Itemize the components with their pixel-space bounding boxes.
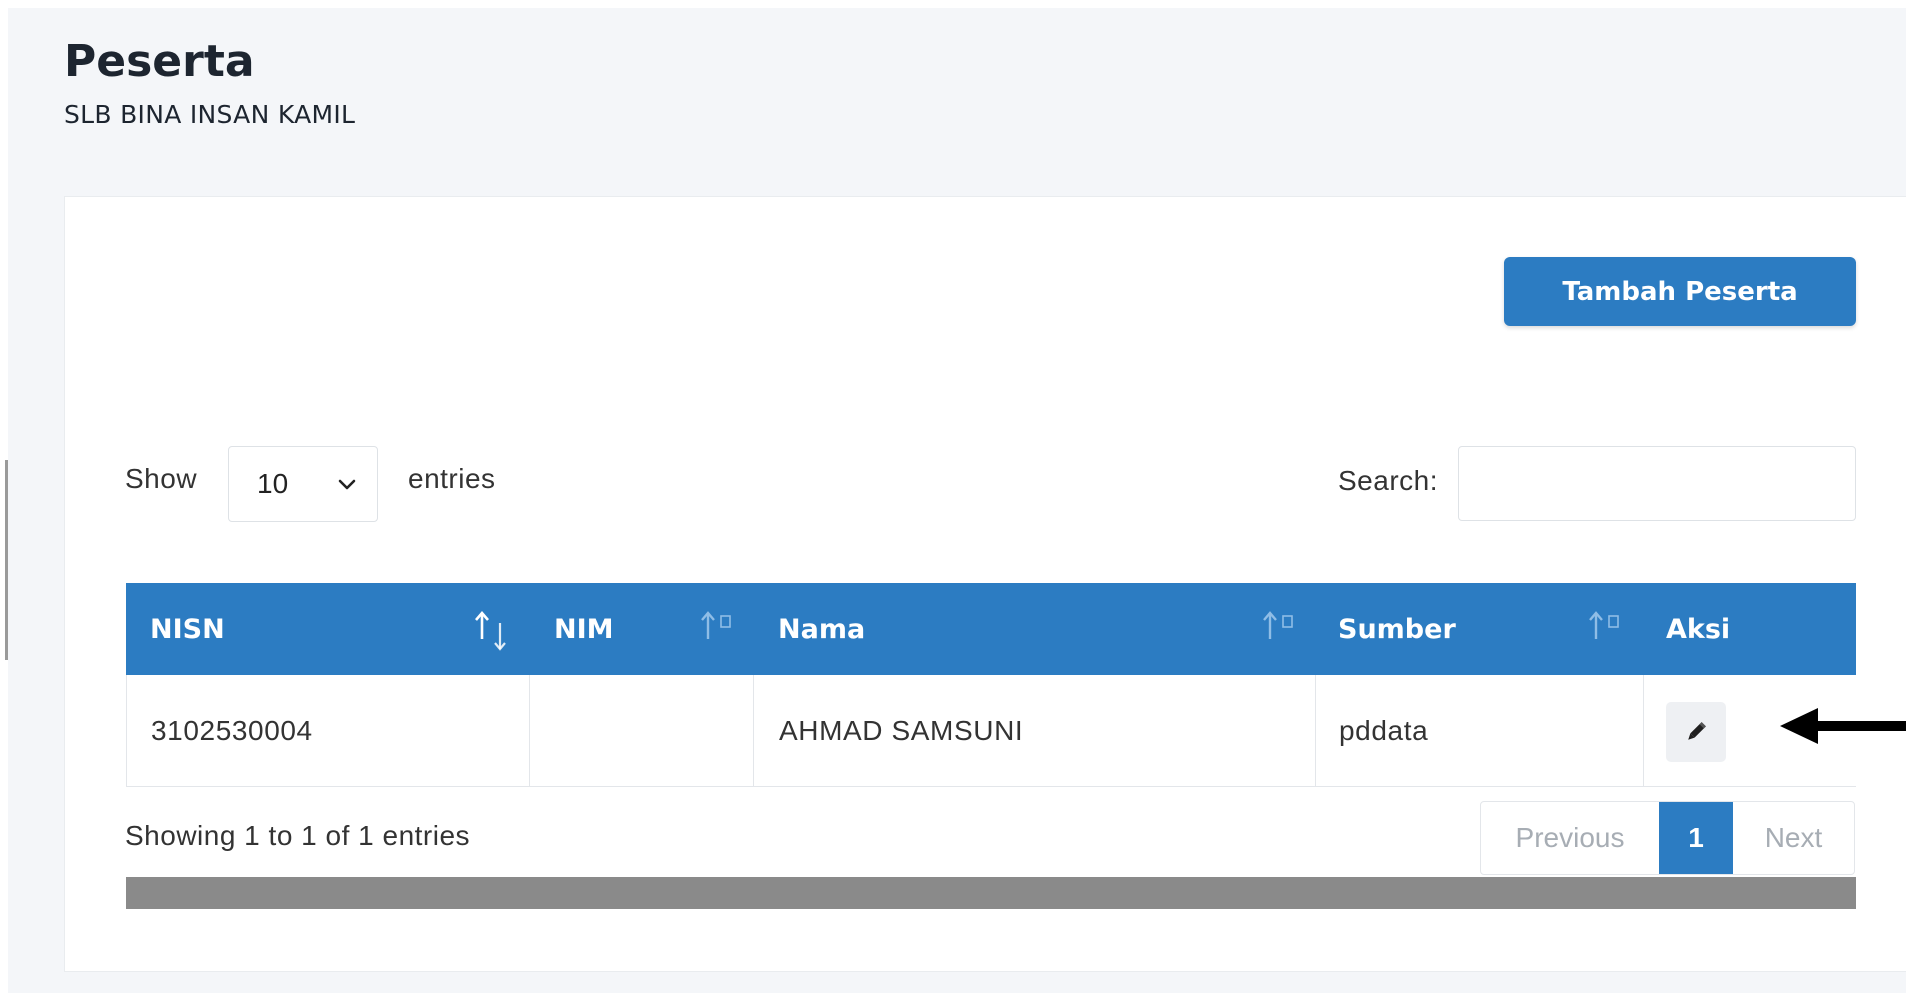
sort-icon[interactable] [698,609,738,649]
pagination-previous[interactable]: Previous [1481,802,1659,874]
entries-label: entries [408,463,496,494]
column-divider [753,675,754,786]
sort-icon[interactable] [1260,609,1300,649]
horizontal-scrollbar[interactable] [126,877,1856,909]
entries-per-page-value: 10 [257,468,289,499]
column-header-aksi: Aksi [1666,613,1731,645]
column-header-nim[interactable]: NIM [554,583,614,675]
column-header-sumber[interactable]: Sumber [1338,583,1456,675]
sort-icon[interactable] [1586,609,1626,649]
table-row: 3102530004 AHMAD SAMSUNI pddata [126,675,1856,787]
arrow-left-icon [1780,708,1906,744]
cell-sumber: pddata [1339,714,1429,746]
column-divider [529,675,530,786]
table-info: Showing 1 to 1 of 1 entries [125,820,471,851]
cell-nisn: 3102530004 [151,714,313,746]
pagination-next[interactable]: Next [1733,802,1854,874]
search-input[interactable] [1458,446,1856,521]
column-divider [1315,675,1316,786]
column-divider [1643,675,1644,786]
show-label: Show [125,463,198,494]
sort-asc-icon[interactable] [472,609,512,653]
entries-per-page-select[interactable]: 10 [228,446,378,522]
sidebar-edge [5,460,8,660]
pencil-icon [1688,722,1706,740]
chevron-down-icon [338,479,356,490]
column-header-nisn[interactable]: NISN [150,583,225,675]
pagination-page-1[interactable]: 1 [1659,802,1733,874]
page: Peserta SLB BINA INSAN KAMIL Tambah Pese… [0,0,1906,993]
edit-button[interactable] [1666,702,1726,762]
column-header-nama[interactable]: Nama [778,583,865,675]
cell-nama: AHMAD SAMSUNI [779,714,1024,746]
page-subtitle: SLB BINA INSAN KAMIL [64,100,356,129]
add-participant-button[interactable]: Tambah Peserta [1504,257,1856,326]
pagination: Previous 1 Next [1480,801,1855,875]
page-title: Peserta [64,36,255,87]
search-label: Search: [1338,465,1438,496]
table-header: NISN NIM Nama Sumber Aksi [126,583,1856,675]
